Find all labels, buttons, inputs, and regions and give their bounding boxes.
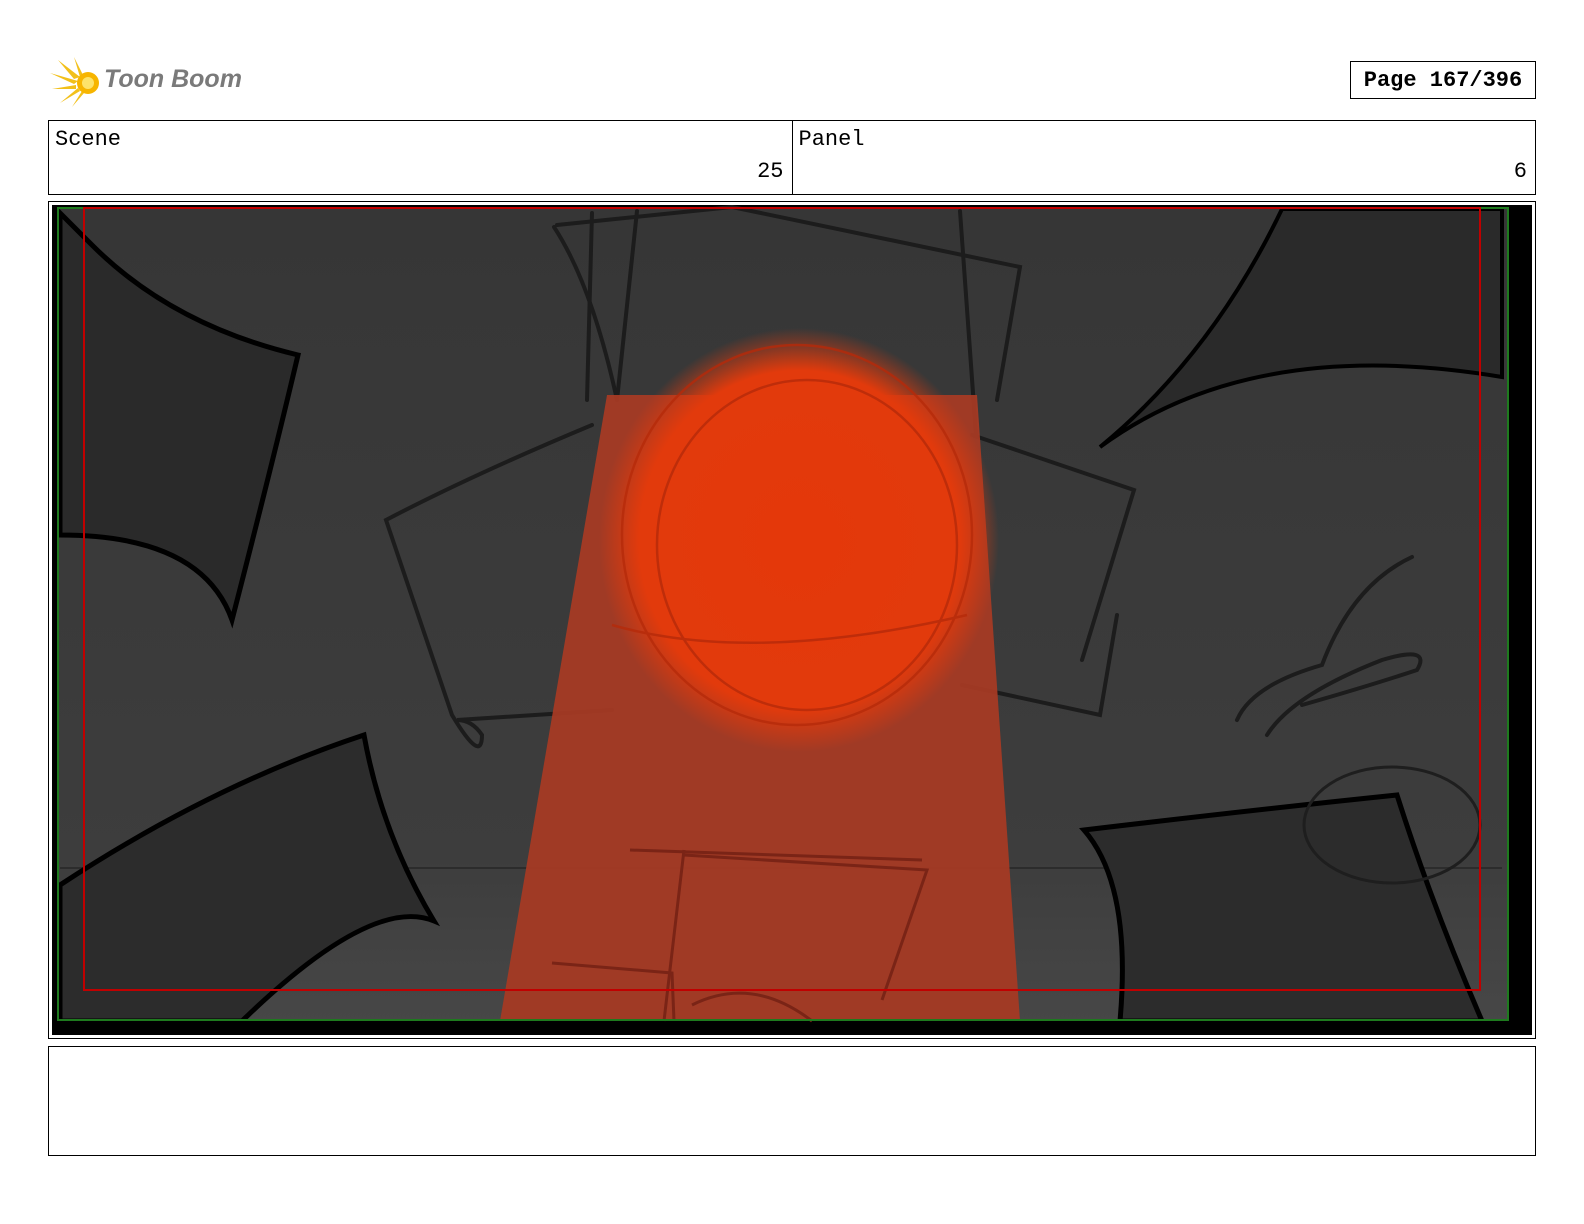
scene-number: 25: [757, 159, 784, 184]
panel-label: Panel: [798, 127, 865, 152]
logo-text: Toon Boom: [104, 65, 242, 93]
panel-cell: Panel 6: [791, 121, 1536, 194]
scene-cell: Scene 25: [49, 121, 792, 194]
scene-panel-table: Scene 25 Panel 6: [48, 120, 1536, 195]
notes-box[interactable]: [48, 1046, 1536, 1156]
panel-number: 6: [1513, 159, 1527, 184]
toon-boom-logo: Toon Boom: [50, 55, 250, 107]
panel-drawing: [52, 205, 1532, 1035]
starburst-logo-icon: [50, 57, 99, 107]
glowing-orb: [599, 328, 999, 752]
page-indicator: Page 167/396: [1350, 61, 1536, 99]
scene-label: Scene: [55, 127, 122, 152]
